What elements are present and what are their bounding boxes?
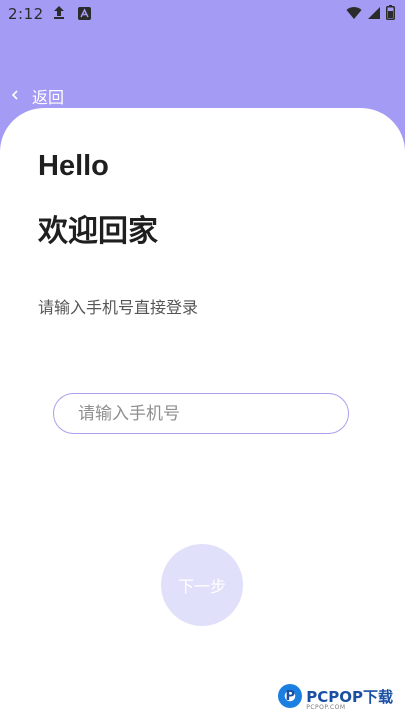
watermark-subtext: PCPOP.COM <box>306 704 346 711</box>
signal-icon <box>367 6 381 24</box>
login-subtitle: 请输入手机号直接登录 <box>38 298 199 317</box>
next-button[interactable]: 下一步 <box>161 544 243 626</box>
status-time: 2:12 <box>8 5 44 23</box>
a-badge-icon <box>78 6 91 24</box>
welcome-heading: 欢迎回家 <box>38 214 158 249</box>
wifi-icon <box>346 6 362 24</box>
watermark-logo-icon: P <box>278 684 303 708</box>
hello-heading: Hello <box>38 150 109 182</box>
back-button[interactable]: 返回 <box>10 84 64 108</box>
chevron-left-icon <box>10 87 26 105</box>
battery-icon <box>386 5 395 24</box>
back-label: 返回 <box>32 88 65 107</box>
phone-input[interactable] <box>53 393 349 434</box>
status-bar: 2:12 <box>0 0 405 28</box>
upload-arrow-icon <box>52 4 66 24</box>
status-icons <box>346 5 395 24</box>
watermark: P PCPOP下载 PCPOP.COM <box>278 684 393 711</box>
